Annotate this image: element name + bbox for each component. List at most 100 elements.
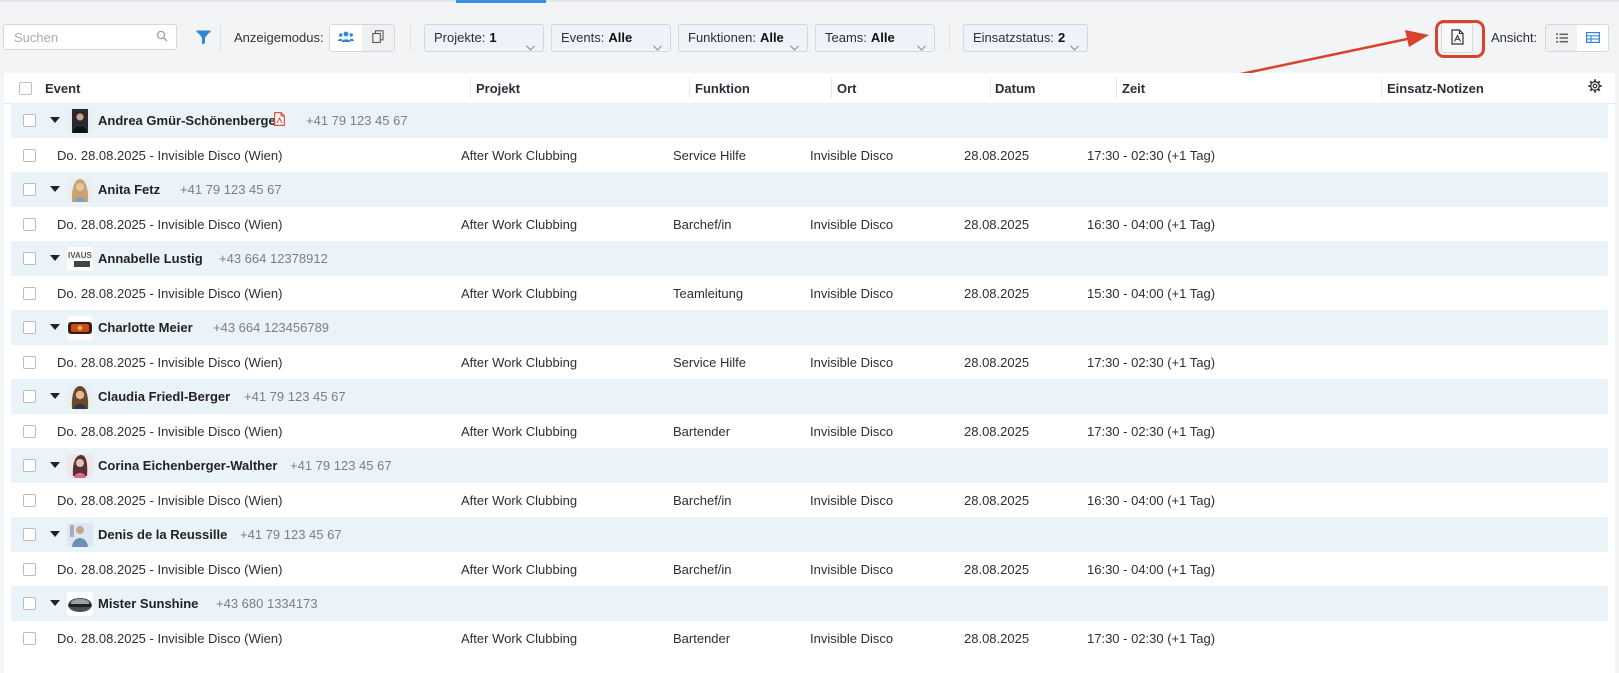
- row-checkbox[interactable]: [23, 494, 36, 507]
- display-mode-toggle: [329, 24, 395, 52]
- cell-date: 28.08.2025: [964, 286, 1030, 301]
- cell-function: Barchef/in: [673, 217, 732, 232]
- phone-number[interactable]: +41 79 123 45 67: [240, 527, 342, 542]
- column-header-date[interactable]: Datum: [995, 81, 1035, 96]
- toolbar: Anzeigemodus: Projekte:1 Events:Alle Fun…: [0, 20, 1619, 58]
- assignment-row[interactable]: Do. 28.08.2025 - Invisible Disco (Wien) A…: [11, 276, 1608, 311]
- search-icon[interactable]: [156, 30, 168, 45]
- view-list-button[interactable]: [1546, 25, 1577, 51]
- cell-date: 28.08.2025: [964, 217, 1030, 232]
- pdf-document-icon[interactable]: [274, 112, 285, 129]
- collapse-caret-icon[interactable]: [50, 393, 60, 399]
- cell-time: 17:30 - 02:30 (+1 Tag): [1087, 355, 1216, 370]
- phone-number[interactable]: +43 680 1334173: [216, 596, 318, 611]
- assignment-row[interactable]: Do. 28.08.2025 - Invisible Disco (Wien) A…: [11, 414, 1608, 449]
- phone-number[interactable]: +41 79 123 45 67: [306, 113, 408, 128]
- row-checkbox[interactable]: [23, 425, 36, 438]
- cell-date: 28.08.2025: [964, 355, 1030, 370]
- row-checkbox[interactable]: [23, 149, 36, 162]
- assignment-row[interactable]: Do. 28.08.2025 - Invisible Disco (Wien) A…: [11, 138, 1608, 173]
- assignment-row[interactable]: Do. 28.08.2025 - Invisible Disco (Wien) A…: [11, 621, 1608, 656]
- phone-number[interactable]: +41 79 123 45 67: [180, 182, 282, 197]
- column-header-event[interactable]: Event: [45, 81, 80, 96]
- row-checkbox[interactable]: [23, 390, 36, 403]
- person-name[interactable]: Corina Eichenberger-Walther: [98, 458, 277, 473]
- group-row[interactable]: Andrea Gmür-Schönenberger +41 79 123 45 6…: [11, 103, 1608, 138]
- row-checkbox[interactable]: [23, 459, 36, 472]
- filter-projects-dropdown[interactable]: Projekte: 1: [424, 24, 544, 52]
- cell-date: 28.08.2025: [964, 148, 1030, 163]
- filter-status-dropdown[interactable]: Einsatzstatus: 2: [963, 24, 1088, 52]
- row-checkbox[interactable]: [23, 183, 36, 196]
- column-header-location[interactable]: Ort: [837, 81, 857, 96]
- pdf-export-button[interactable]: [1441, 23, 1473, 53]
- phone-number[interactable]: +41 79 123 45 67: [244, 389, 346, 404]
- filter-functions-dropdown[interactable]: Funktionen: Alle: [678, 24, 808, 52]
- cell-project: After Work Clubbing: [461, 148, 578, 163]
- filter-events-dropdown[interactable]: Events: Alle: [551, 24, 671, 52]
- collapse-caret-icon[interactable]: [50, 531, 60, 537]
- row-checkbox[interactable]: [23, 287, 36, 300]
- select-all-checkbox[interactable]: [19, 82, 32, 95]
- column-header-project[interactable]: Projekt: [476, 81, 520, 96]
- group-row[interactable]: Denis de la Reussille +41 79 123 45 67: [11, 517, 1608, 552]
- collapse-caret-icon[interactable]: [50, 186, 60, 192]
- display-mode-copy-button[interactable]: [362, 25, 394, 51]
- assignment-row[interactable]: Do. 28.08.2025 - Invisible Disco (Wien) A…: [11, 345, 1608, 380]
- column-header-notes[interactable]: Einsatz-Notizen: [1387, 81, 1484, 96]
- row-checkbox[interactable]: [23, 218, 36, 231]
- group-row[interactable]: Charlotte Meier +43 664 123456789: [11, 310, 1608, 345]
- phone-number[interactable]: +41 79 123 45 67: [290, 458, 392, 473]
- pdf-file-icon: [1450, 28, 1464, 48]
- group-row[interactable]: IVAUS Annabelle Lustig +43 664 12378912: [11, 241, 1608, 276]
- row-checkbox[interactable]: [23, 563, 36, 576]
- assignment-row[interactable]: Do. 28.08.2025 - Invisible Disco (Wien) A…: [11, 552, 1608, 587]
- column-header-time[interactable]: Zeit: [1122, 81, 1145, 96]
- group-row[interactable]: Anita Fetz +41 79 123 45 67: [11, 172, 1608, 207]
- cell-time: 16:30 - 04:00 (+1 Tag): [1087, 493, 1216, 508]
- person-name[interactable]: Claudia Friedl-Berger: [98, 389, 230, 404]
- person-name[interactable]: Denis de la Reussille: [98, 527, 227, 542]
- row-checkbox[interactable]: [23, 321, 36, 334]
- group-row[interactable]: Corina Eichenberger-Walther +41 79 123 45…: [11, 448, 1608, 483]
- view-table-button[interactable]: [1577, 25, 1608, 51]
- person-name[interactable]: Andrea Gmür-Schönenberger: [98, 113, 281, 128]
- cell-project: After Work Clubbing: [461, 217, 578, 232]
- collapse-caret-icon[interactable]: [50, 600, 60, 606]
- filter-teams-dropdown[interactable]: Teams: Alle: [815, 24, 935, 52]
- person-name[interactable]: Anita Fetz: [98, 182, 160, 197]
- cell-function: Bartender: [673, 631, 731, 646]
- person-name[interactable]: Annabelle Lustig: [98, 251, 203, 266]
- row-checkbox[interactable]: [23, 597, 36, 610]
- collapse-caret-icon[interactable]: [50, 324, 60, 330]
- cell-event: Do. 28.08.2025 - Invisible Disco (Wien): [57, 493, 283, 508]
- display-mode-people-button[interactable]: [330, 25, 362, 51]
- collapse-caret-icon[interactable]: [50, 255, 60, 261]
- phone-number[interactable]: +43 664 12378912: [219, 251, 328, 266]
- row-checkbox[interactable]: [23, 632, 36, 645]
- filter-icon[interactable]: [196, 30, 211, 48]
- phone-number[interactable]: +43 664 123456789: [213, 320, 329, 335]
- chevron-down-icon: [1070, 34, 1079, 60]
- collapse-caret-icon[interactable]: [50, 117, 60, 123]
- avatar: [67, 592, 93, 616]
- search-input[interactable]: [12, 29, 156, 46]
- row-checkbox[interactable]: [23, 356, 36, 369]
- row-checkbox[interactable]: [23, 114, 36, 127]
- person-name[interactable]: Charlotte Meier: [98, 320, 193, 335]
- person-name[interactable]: Mister Sunshine: [98, 596, 198, 611]
- cell-project: After Work Clubbing: [461, 286, 578, 301]
- collapse-caret-icon[interactable]: [50, 462, 60, 468]
- assignment-row[interactable]: Do. 28.08.2025 - Invisible Disco (Wien) A…: [11, 207, 1608, 242]
- column-header-function[interactable]: Funktion: [695, 81, 750, 96]
- row-checkbox[interactable]: [23, 528, 36, 541]
- row-checkbox[interactable]: [23, 252, 36, 265]
- group-row[interactable]: Claudia Friedl-Berger +41 79 123 45 67: [11, 379, 1608, 414]
- view-toggle: [1545, 24, 1609, 52]
- avatar: [67, 523, 93, 547]
- assignment-row[interactable]: Do. 28.08.2025 - Invisible Disco (Wien) A…: [11, 483, 1608, 518]
- group-row[interactable]: Mister Sunshine +43 680 1334173: [11, 586, 1608, 621]
- cell-event: Do. 28.08.2025 - Invisible Disco (Wien): [57, 562, 283, 577]
- cell-event: Do. 28.08.2025 - Invisible Disco (Wien): [57, 631, 283, 646]
- settings-gear-icon[interactable]: [1588, 79, 1602, 96]
